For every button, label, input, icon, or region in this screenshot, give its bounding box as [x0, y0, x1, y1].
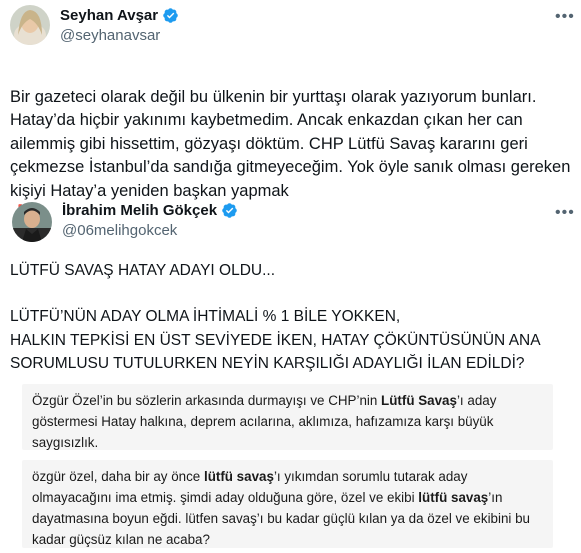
verified-badge-icon [163, 8, 178, 23]
card2-text-1: özgür özel, daha bir ay önce [32, 469, 204, 484]
quoted-author-name-text[interactable]: İbrahim Melih Gökçek [62, 202, 217, 219]
quote-card-2: özgür özel, daha bir ay önce lütfü savaş… [22, 460, 553, 548]
quoted-body: LÜTFÜ’NÜN ADAY OLMA İHTİMALİ % 1 BİLE YO… [10, 308, 540, 372]
author-name-text[interactable]: Seyhan Avşar [60, 7, 158, 24]
quoted-more-options-icon[interactable]: ••• [555, 205, 575, 221]
quoted-headline: LÜTFÜ SAVAŞ HATAY ADAYI OLDU... [10, 262, 275, 279]
author-handle[interactable]: @seyhanavsar [60, 27, 160, 44]
tweet-body-text: Bir gazeteci olarak değil bu ülkenin bir… [10, 87, 571, 200]
quoted-author-name[interactable]: İbrahim Melih Gökçek [62, 202, 238, 219]
quoted-avatar[interactable] [12, 202, 52, 242]
author-name[interactable]: Seyhan Avşar [60, 7, 179, 24]
card2-bold-1: lütfü savaş [203, 469, 274, 484]
quoted-author-handle[interactable]: @06melihgokcek [62, 222, 177, 239]
quote-card-1: Özgür Özel’in bu sözlerin arkasında durm… [22, 384, 553, 450]
card1-text-1: Özgür Özel’in bu sözlerin arkasında durm… [32, 393, 382, 408]
more-options-icon[interactable]: ••• [555, 9, 575, 25]
verified-badge-icon [222, 203, 237, 218]
card1-bold: Lütfü Savaş [381, 393, 457, 408]
avatar[interactable] [10, 5, 50, 45]
card2-bold-2: lütfü savaş [418, 490, 489, 505]
